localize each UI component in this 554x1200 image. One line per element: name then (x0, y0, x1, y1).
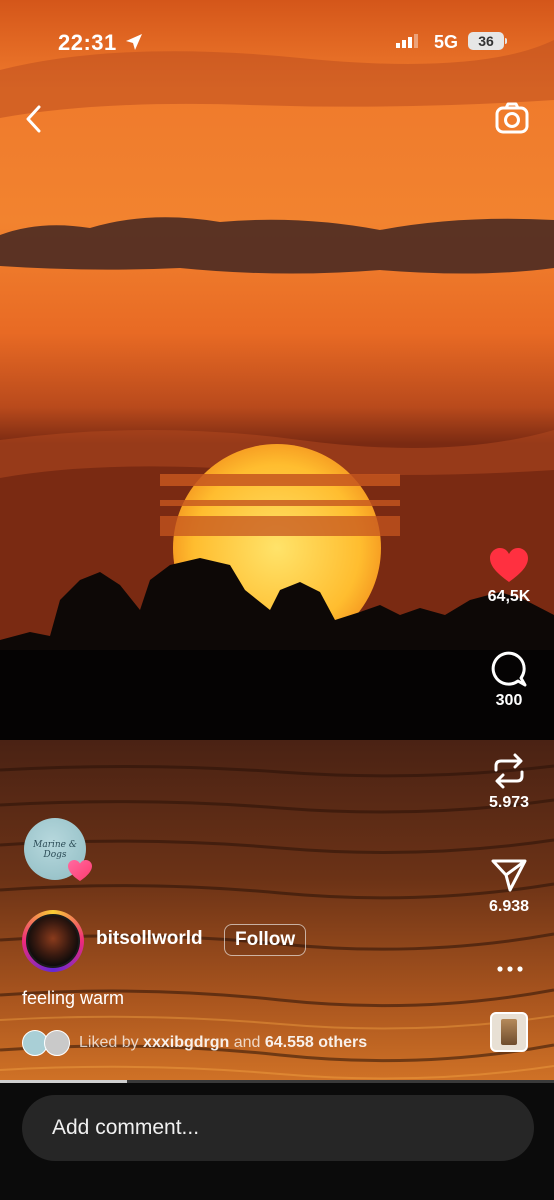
like-button[interactable]: 64,5K (464, 548, 554, 606)
camera-icon[interactable] (494, 100, 530, 136)
liked-by-prefix: Liked by (79, 1034, 144, 1051)
comment-count: 300 (495, 692, 523, 709)
collab-avatar-logo: Marine & Dogs (33, 840, 77, 860)
sunset-video-frame[interactable] (0, 0, 554, 1082)
author-avatar-image (26, 914, 80, 968)
heart-badge-icon (68, 860, 92, 881)
author-avatar[interactable] (22, 910, 84, 972)
audio-thumbnail-image (501, 1019, 517, 1045)
share-button[interactable]: 6.938 (464, 856, 554, 916)
network-type: 5G (434, 32, 459, 52)
signal-bars-icon (396, 34, 418, 48)
heart-filled-icon (490, 548, 528, 582)
add-comment-input[interactable] (22, 1095, 534, 1161)
back-chevron-icon[interactable] (20, 102, 48, 136)
audio-thumbnail[interactable] (490, 1012, 528, 1052)
location-arrow-icon (126, 34, 142, 50)
more-options-icon[interactable] (494, 960, 526, 978)
liked-by-text: Liked by xxxibgdrgn and 64.558 others (79, 1034, 367, 1052)
liked-by-user[interactable]: xxxibgdrgn (143, 1034, 229, 1051)
post-caption[interactable]: feeling warm (22, 988, 124, 1009)
status-bar: 22:31 5G 36 (0, 24, 554, 60)
comment-button[interactable]: 300 (464, 650, 554, 710)
repost-count: 5.973 (488, 794, 530, 811)
liker-avatar (44, 1030, 70, 1056)
follow-button[interactable]: Follow (224, 924, 307, 956)
author-username[interactable]: bitsollworld (96, 928, 203, 950)
share-count: 6.938 (488, 898, 530, 915)
liked-by-row[interactable]: Liked by xxxibgdrgn and 64.558 others (22, 1030, 452, 1056)
liked-by-others[interactable]: 64.558 others (265, 1034, 367, 1051)
comment-bar (0, 1083, 554, 1200)
like-count: 64,5K (487, 588, 531, 605)
reel-screen: 22:31 5G 36 64,5K 300 5.973 6.938 Marine… (0, 0, 554, 1200)
battery-icon: 36 (468, 32, 504, 50)
status-time: 22:31 (58, 30, 117, 55)
battery-tip (505, 38, 507, 44)
liked-by-middle: and (229, 1034, 265, 1051)
send-plane-icon (491, 859, 527, 892)
comment-bubble-icon (491, 651, 527, 687)
repost-button[interactable]: 5.973 (464, 752, 554, 812)
repost-arrows-icon (494, 753, 524, 789)
